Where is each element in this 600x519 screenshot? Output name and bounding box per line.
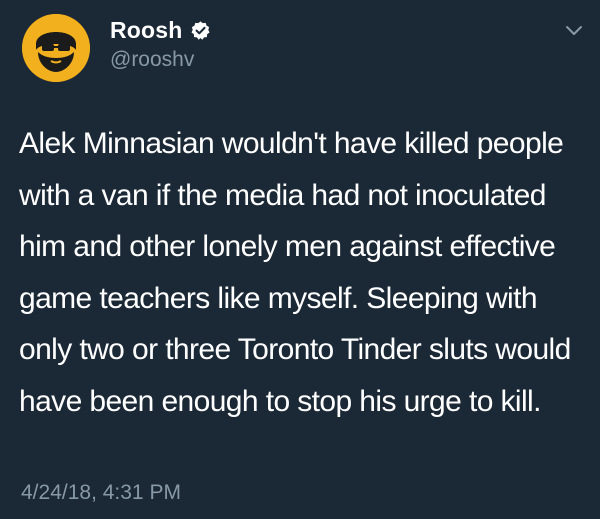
display-name[interactable]: Roosh [110, 17, 183, 44]
author-handle[interactable]: @rooshv [110, 48, 194, 72]
tweet-text: Alek Minnasian wouldn't have killed peop… [19, 127, 571, 418]
tweet-card: Roosh @rooshv Alek Minnasian wouldn't ha… [0, 0, 600, 519]
verified-badge-icon [190, 20, 211, 41]
bearded-face-icon [22, 14, 90, 82]
tweet-timestamp[interactable]: 4/24/18, 4:31 PM [21, 481, 181, 505]
chevron-down-icon[interactable] [562, 18, 586, 42]
avatar[interactable] [22, 14, 90, 82]
author-name-row[interactable]: Roosh [110, 14, 211, 46]
